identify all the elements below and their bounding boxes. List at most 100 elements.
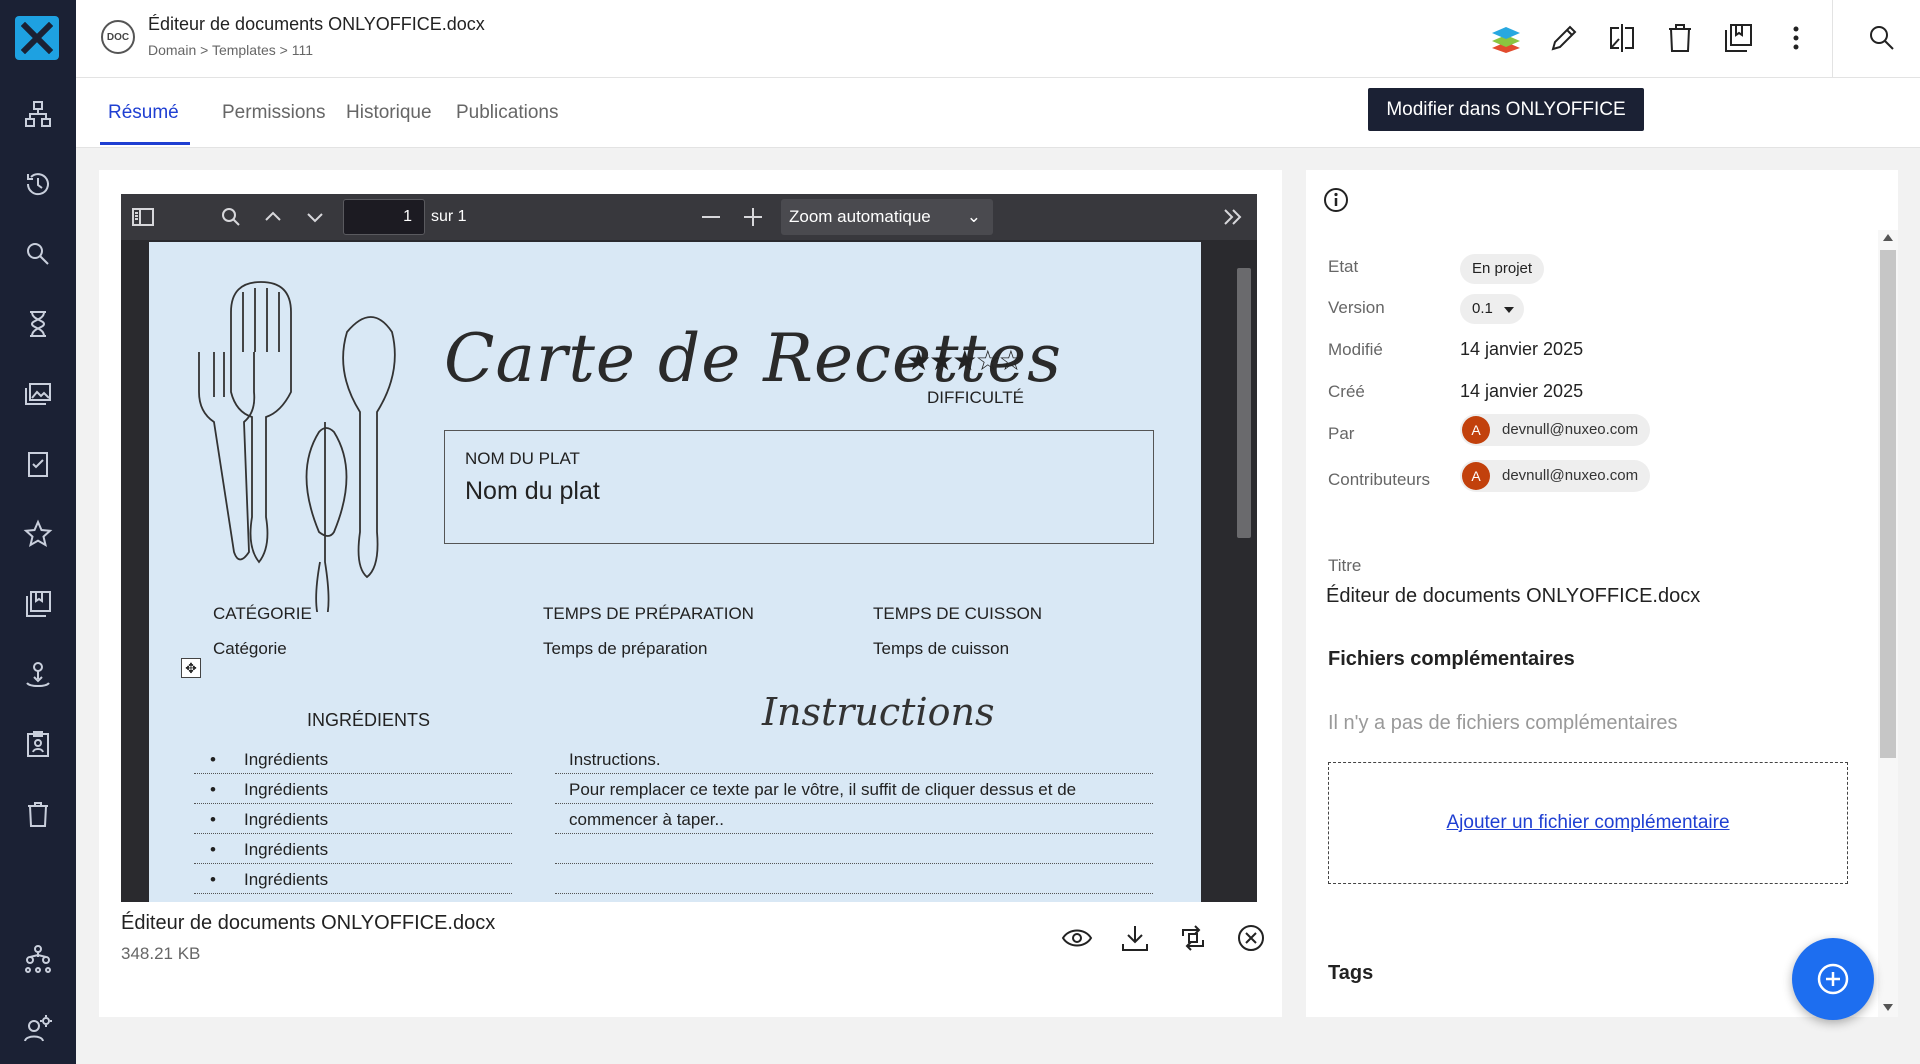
replace-icon[interactable] bbox=[1175, 920, 1211, 956]
edit-in-onlyoffice-tooltip: Modifier dans ONLYOFFICE bbox=[1368, 88, 1644, 131]
list-item: • Ingrédients bbox=[194, 774, 512, 804]
more-vert-icon[interactable] bbox=[1776, 18, 1816, 58]
dish-name-label: NOM DU PLAT bbox=[465, 449, 580, 468]
user-settings-icon[interactable] bbox=[22, 1013, 54, 1045]
avatar: A bbox=[1462, 462, 1490, 490]
breadcrumb[interactable]: Domain > Templates > 111 bbox=[148, 42, 313, 58]
gallery-icon[interactable] bbox=[22, 378, 54, 410]
page-number-input[interactable]: 1 bbox=[343, 199, 425, 235]
tasks-icon[interactable] bbox=[22, 448, 54, 480]
download-icon[interactable] bbox=[1117, 920, 1153, 956]
pencil-icon[interactable] bbox=[1544, 18, 1584, 58]
header-search bbox=[1844, 18, 1902, 58]
next-page-icon[interactable] bbox=[303, 205, 327, 229]
tab-historique[interactable]: Historique bbox=[346, 102, 432, 124]
instruction-line: Instructions. bbox=[555, 744, 1153, 774]
difficulty-stars: ★★★☆☆ bbox=[906, 345, 1024, 376]
list-item: • Ingrédients bbox=[194, 744, 512, 774]
document-header: DOC Éditeur de documents ONLYOFFICE.docx… bbox=[76, 0, 1920, 78]
zoom-in-icon[interactable] bbox=[741, 205, 765, 229]
zoom-select[interactable]: Zoom automatique ⌄ bbox=[781, 199, 993, 235]
preview-card: 1 sur 1 Zoom automatique ⌄ Carte de Rece… bbox=[99, 170, 1282, 1017]
category-label: CATÉGORIE bbox=[213, 604, 312, 623]
collections-icon[interactable] bbox=[1718, 18, 1758, 58]
file-name: Éditeur de documents ONLYOFFICE.docx bbox=[121, 912, 496, 934]
find-icon[interactable] bbox=[219, 205, 243, 229]
instruction-line bbox=[555, 834, 1153, 864]
modified-label: Modifié bbox=[1328, 340, 1383, 359]
created-value: 14 janvier 2025 bbox=[1460, 381, 1584, 401]
metadata-scrollbar[interactable] bbox=[1878, 230, 1898, 1017]
sidebar-toggle-icon[interactable] bbox=[131, 205, 155, 229]
onlyoffice-icon[interactable] bbox=[1486, 18, 1526, 58]
sitemap-icon[interactable] bbox=[22, 98, 54, 130]
state-label: Etat bbox=[1328, 257, 1359, 276]
avatar: A bbox=[1462, 416, 1490, 444]
trash-icon[interactable] bbox=[1660, 18, 1700, 58]
scroll-up-icon[interactable] bbox=[1883, 234, 1893, 241]
attachments-drop-zone[interactable]: Ajouter un fichier complémentaire bbox=[1328, 762, 1848, 884]
add-attachment-link[interactable]: Ajouter un fichier complémentaire bbox=[1446, 812, 1729, 834]
contributors-label: Contributeurs bbox=[1328, 470, 1431, 489]
viewer-scrollbar-thumb[interactable] bbox=[1237, 268, 1251, 538]
modified-value: 14 janvier 2025 bbox=[1460, 339, 1584, 359]
left-navigation bbox=[0, 0, 76, 1064]
search-icon[interactable] bbox=[22, 238, 54, 270]
version-label: Version bbox=[1328, 298, 1385, 317]
person-upload-icon[interactable] bbox=[22, 658, 54, 690]
list-item: • Ingrédients bbox=[194, 864, 512, 894]
trash-icon[interactable] bbox=[22, 798, 54, 830]
tab-resume[interactable]: Résumé bbox=[108, 102, 179, 124]
version-dropdown[interactable]: 0.1 bbox=[1460, 294, 1524, 324]
file-size: 348.21 KB bbox=[121, 944, 201, 963]
contributor-chip[interactable]: A devnull@nuxeo.com bbox=[1460, 460, 1651, 492]
status-badge: En projet bbox=[1460, 254, 1545, 284]
history-icon[interactable] bbox=[22, 168, 54, 200]
category-value: Catégorie bbox=[213, 639, 287, 658]
author-chip[interactable]: A devnull@nuxeo.com bbox=[1460, 414, 1651, 446]
dish-name-box: NOM DU PLAT Nom du plat bbox=[444, 430, 1154, 544]
document-page: Carte de Recettes ★★★☆☆ DIFFICULTÉ NOM D… bbox=[149, 242, 1201, 902]
ingredients-header: INGRÉDIENTS bbox=[307, 710, 431, 730]
zoom-out-icon[interactable] bbox=[699, 205, 723, 229]
cook-time-value: Temps de cuisson bbox=[873, 639, 1010, 658]
add-circle-icon bbox=[1817, 963, 1849, 995]
remove-circle-icon[interactable] bbox=[1233, 920, 1269, 956]
hourglass-icon[interactable] bbox=[22, 308, 54, 340]
nuxeo-logo-icon[interactable] bbox=[15, 16, 59, 60]
viewer-toolbar: 1 sur 1 Zoom automatique ⌄ bbox=[121, 194, 1257, 240]
list-item: • Ingrédients bbox=[194, 804, 512, 834]
table-move-handle-icon[interactable]: ✥ bbox=[181, 658, 201, 678]
tab-publications[interactable]: Publications bbox=[456, 102, 558, 124]
previous-page-icon[interactable] bbox=[261, 205, 285, 229]
cook-time-label: TEMPS DE CUISSON bbox=[873, 604, 1043, 623]
title-label: Titre bbox=[1328, 556, 1362, 575]
search-icon[interactable] bbox=[1862, 18, 1902, 58]
star-icon[interactable] bbox=[22, 518, 54, 550]
pdf-viewer: 1 sur 1 Zoom automatique ⌄ Carte de Rece… bbox=[121, 194, 1257, 902]
tags-title: Tags bbox=[1328, 962, 1374, 984]
author-email: devnull@nuxeo.com bbox=[1502, 421, 1639, 438]
scroll-down-icon[interactable] bbox=[1883, 1004, 1893, 1011]
instruction-line bbox=[555, 864, 1153, 894]
instruction-line: Pour remplacer ce texte par le vôtre, il… bbox=[555, 774, 1153, 804]
add-fab-button[interactable] bbox=[1792, 938, 1874, 1020]
header-actions bbox=[1468, 18, 1816, 58]
tab-permissions[interactable]: Permissions bbox=[222, 102, 325, 124]
list-item: • Ingrédients bbox=[194, 834, 512, 864]
metadata-scrollbar-thumb[interactable] bbox=[1880, 250, 1896, 758]
page-title: Éditeur de documents ONLYOFFICE.docx bbox=[148, 14, 485, 34]
tools-expand-icon[interactable] bbox=[1221, 205, 1245, 229]
viewer-scrollbar[interactable] bbox=[1229, 242, 1257, 902]
prep-time-label: TEMPS DE PRÉPARATION bbox=[543, 604, 754, 623]
contributor-email: devnull@nuxeo.com bbox=[1502, 467, 1639, 484]
active-tab-indicator bbox=[100, 142, 190, 145]
admin-tree-icon[interactable] bbox=[22, 943, 54, 975]
eye-icon[interactable] bbox=[1059, 920, 1095, 956]
compare-icon[interactable] bbox=[1602, 18, 1642, 58]
attachments-title: Fichiers complémentaires bbox=[1328, 648, 1575, 670]
collections-icon[interactable] bbox=[22, 588, 54, 620]
clipboard-user-icon[interactable] bbox=[22, 728, 54, 760]
info-icon bbox=[1324, 188, 1348, 212]
dish-name-value: Nom du plat bbox=[465, 477, 600, 505]
